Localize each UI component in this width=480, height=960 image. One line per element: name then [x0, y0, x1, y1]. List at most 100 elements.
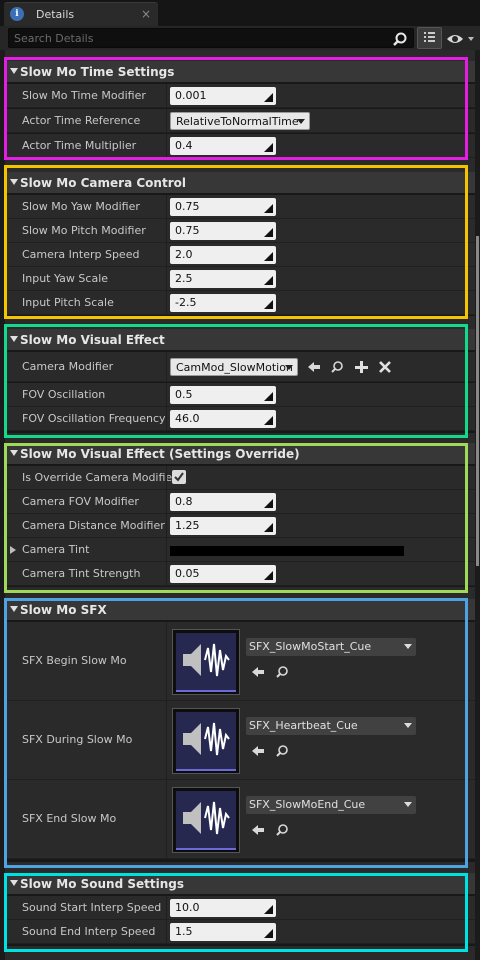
- arrow-left-icon[interactable]: [250, 743, 266, 759]
- property-label: Sound End Interp Speed: [22, 925, 156, 938]
- property-row: SFX Begin Slow Mo SFX_SlowMoStart_Cue: [5, 622, 475, 701]
- property-label: Camera Modifier: [22, 360, 114, 373]
- tab-title: Details: [36, 8, 75, 21]
- camera-fov-modifier-input[interactable]: 0.8: [170, 493, 276, 511]
- drag-triangle-icon: [264, 905, 273, 914]
- category-title: Slow Mo Sound Settings: [20, 877, 185, 891]
- category-header[interactable]: Slow Mo Camera Control: [5, 172, 475, 194]
- arrow-left-icon[interactable]: [250, 664, 266, 680]
- property-row: Camera FOV Modifier 0.8: [5, 490, 475, 514]
- search-icon[interactable]: [392, 31, 408, 47]
- category-title: Slow Mo Time Settings: [20, 65, 175, 79]
- property-row: Camera Interp Speed 2.0: [5, 243, 475, 267]
- fov-oscillation-frequency-input[interactable]: 46.0: [170, 410, 276, 428]
- drag-triangle-icon: [264, 499, 273, 508]
- property-label: Is Override Camera Modifier: [22, 471, 177, 484]
- plus-icon[interactable]: [353, 359, 369, 375]
- property-label: Camera Tint Strength: [22, 567, 141, 580]
- is-override-camera-modifier-checkbox[interactable]: [172, 470, 186, 484]
- magnifier-icon[interactable]: [329, 359, 345, 375]
- property-row: SFX During Slow Mo SFX_Heartbeat_Cue: [5, 701, 475, 780]
- actor-time-reference-dropdown[interactable]: RelativeToNormalTime: [170, 112, 310, 130]
- sound-thumbnail[interactable]: [172, 708, 240, 774]
- property-label: FOV Oscillation Frequency: [22, 412, 166, 425]
- sfx-end-slow-mo-picker[interactable]: SFX_SlowMoEnd_Cue: [246, 796, 416, 814]
- category-slow-mo-visual-effect: Slow Mo Visual Effect Camera Modifier Ca…: [5, 329, 475, 433]
- property-row: Slow Mo Yaw Modifier 0.75: [5, 195, 475, 219]
- property-label: Sound Start Interp Speed: [22, 901, 162, 914]
- eye-icon[interactable]: [446, 31, 476, 47]
- sound-thumbnail[interactable]: [172, 787, 240, 853]
- checkmark-icon: [174, 472, 184, 482]
- sound-thumbnail[interactable]: [172, 629, 240, 695]
- drag-triangle-icon: [264, 276, 273, 285]
- property-row: Input Yaw Scale 2.5: [5, 267, 475, 291]
- camera-distance-modifier-input[interactable]: 1.25: [170, 517, 276, 535]
- search-input[interactable]: [14, 30, 384, 46]
- category-title: Slow Mo Visual Effect: [20, 333, 165, 347]
- fov-oscillation-input[interactable]: 0.5: [170, 386, 276, 404]
- magnifier-icon[interactable]: [274, 664, 290, 680]
- property-row: Slow Mo Time Modifier 0.001: [5, 84, 475, 108]
- collapse-arrow-icon: [10, 336, 18, 342]
- property-row: FOV Oscillation 0.5: [5, 383, 475, 407]
- slow-mo-pitch-modifier-input[interactable]: 0.75: [170, 222, 276, 240]
- category-slow-mo-camera-control: Slow Mo Camera Control Slow Mo Yaw Modif…: [5, 172, 475, 316]
- x-icon[interactable]: [377, 359, 393, 375]
- sound-start-interp-speed-input[interactable]: 10.0: [170, 899, 276, 917]
- property-row: Actor Time Multiplier 0.4: [5, 134, 475, 158]
- chevron-down-icon: [297, 119, 305, 124]
- property-row: Actor Time Reference RelativeToNormalTim…: [5, 109, 475, 133]
- property-label: SFX Begin Slow Mo: [22, 654, 127, 667]
- category-slow-mo-sound-settings: Slow Mo Sound Settings Sound Start Inter…: [5, 873, 475, 946]
- arrow-left-icon[interactable]: [306, 359, 322, 375]
- sfx-during-slow-mo-picker[interactable]: SFX_Heartbeat_Cue: [246, 717, 416, 735]
- drag-triangle-icon: [264, 93, 273, 102]
- property-row: FOV Oscillation Frequency 46.0: [5, 407, 475, 431]
- drag-triangle-icon: [264, 300, 273, 309]
- magnifier-icon[interactable]: [274, 743, 290, 759]
- details-panel[interactable]: Slow Mo Time Settings Slow Mo Time Modif…: [5, 50, 475, 960]
- category-header[interactable]: Slow Mo Sound Settings: [5, 873, 475, 895]
- camera-tint-color-swatch[interactable]: [170, 546, 404, 556]
- property-row: Input Pitch Scale -2.5: [5, 291, 475, 315]
- category-title: Slow Mo Visual Effect (Settings Override…: [20, 447, 300, 461]
- slow-mo-yaw-modifier-input[interactable]: 0.75: [170, 198, 276, 216]
- camera-tint-strength-input[interactable]: 0.05: [170, 565, 276, 583]
- slow-mo-time-modifier-input[interactable]: 0.001: [170, 87, 276, 105]
- camera-modifier-dropdown[interactable]: CamMod_SlowMotion: [170, 358, 298, 376]
- chevron-down-icon: [404, 723, 412, 728]
- property-label: FOV Oscillation: [22, 388, 106, 401]
- category-header[interactable]: Slow Mo SFX: [5, 599, 475, 621]
- category-header[interactable]: Slow Mo Visual Effect (Settings Override…: [5, 443, 475, 465]
- property-label: Input Yaw Scale: [22, 272, 109, 285]
- scrollbar[interactable]: [476, 236, 479, 566]
- close-icon[interactable]: ×: [141, 7, 151, 21]
- category-slow-mo-sfx: Slow Mo SFX SFX Begin Slow Mo SFX_SlowMo…: [5, 599, 475, 862]
- category-header[interactable]: Slow Mo Time Settings: [5, 61, 475, 83]
- property-label: Slow Mo Yaw Modifier: [22, 200, 140, 213]
- magnifier-icon[interactable]: [274, 822, 290, 838]
- property-row: Camera Modifier CamMod_SlowMotion: [5, 352, 475, 382]
- chevron-down-icon: [404, 802, 412, 807]
- sfx-begin-slow-mo-picker[interactable]: SFX_SlowMoStart_Cue: [246, 638, 416, 656]
- category-header[interactable]: Slow Mo Visual Effect: [5, 329, 475, 351]
- sound-end-interp-speed-input[interactable]: 1.5: [170, 923, 276, 941]
- property-label: Camera Interp Speed: [22, 248, 140, 261]
- drag-triangle-icon: [264, 523, 273, 532]
- view-options-button[interactable]: [417, 27, 442, 49]
- expand-arrow-icon[interactable]: [10, 546, 16, 554]
- speaker-icon: [183, 722, 230, 756]
- property-row: Camera Tint: [5, 538, 475, 562]
- input-pitch-scale-input[interactable]: -2.5: [170, 294, 276, 312]
- grid-icon: [424, 32, 435, 42]
- actor-time-multiplier-input[interactable]: 0.4: [170, 137, 276, 155]
- drag-triangle-icon: [264, 571, 273, 580]
- input-yaw-scale-input[interactable]: 2.5: [170, 270, 276, 288]
- collapse-arrow-icon: [10, 606, 18, 612]
- tab-details[interactable]: i Details ×: [4, 2, 158, 26]
- tab-bar: i Details ×: [0, 0, 480, 26]
- property-row: Camera Distance Modifier 1.25: [5, 514, 475, 538]
- arrow-left-icon[interactable]: [250, 822, 266, 838]
- camera-interp-speed-input[interactable]: 2.0: [170, 246, 276, 264]
